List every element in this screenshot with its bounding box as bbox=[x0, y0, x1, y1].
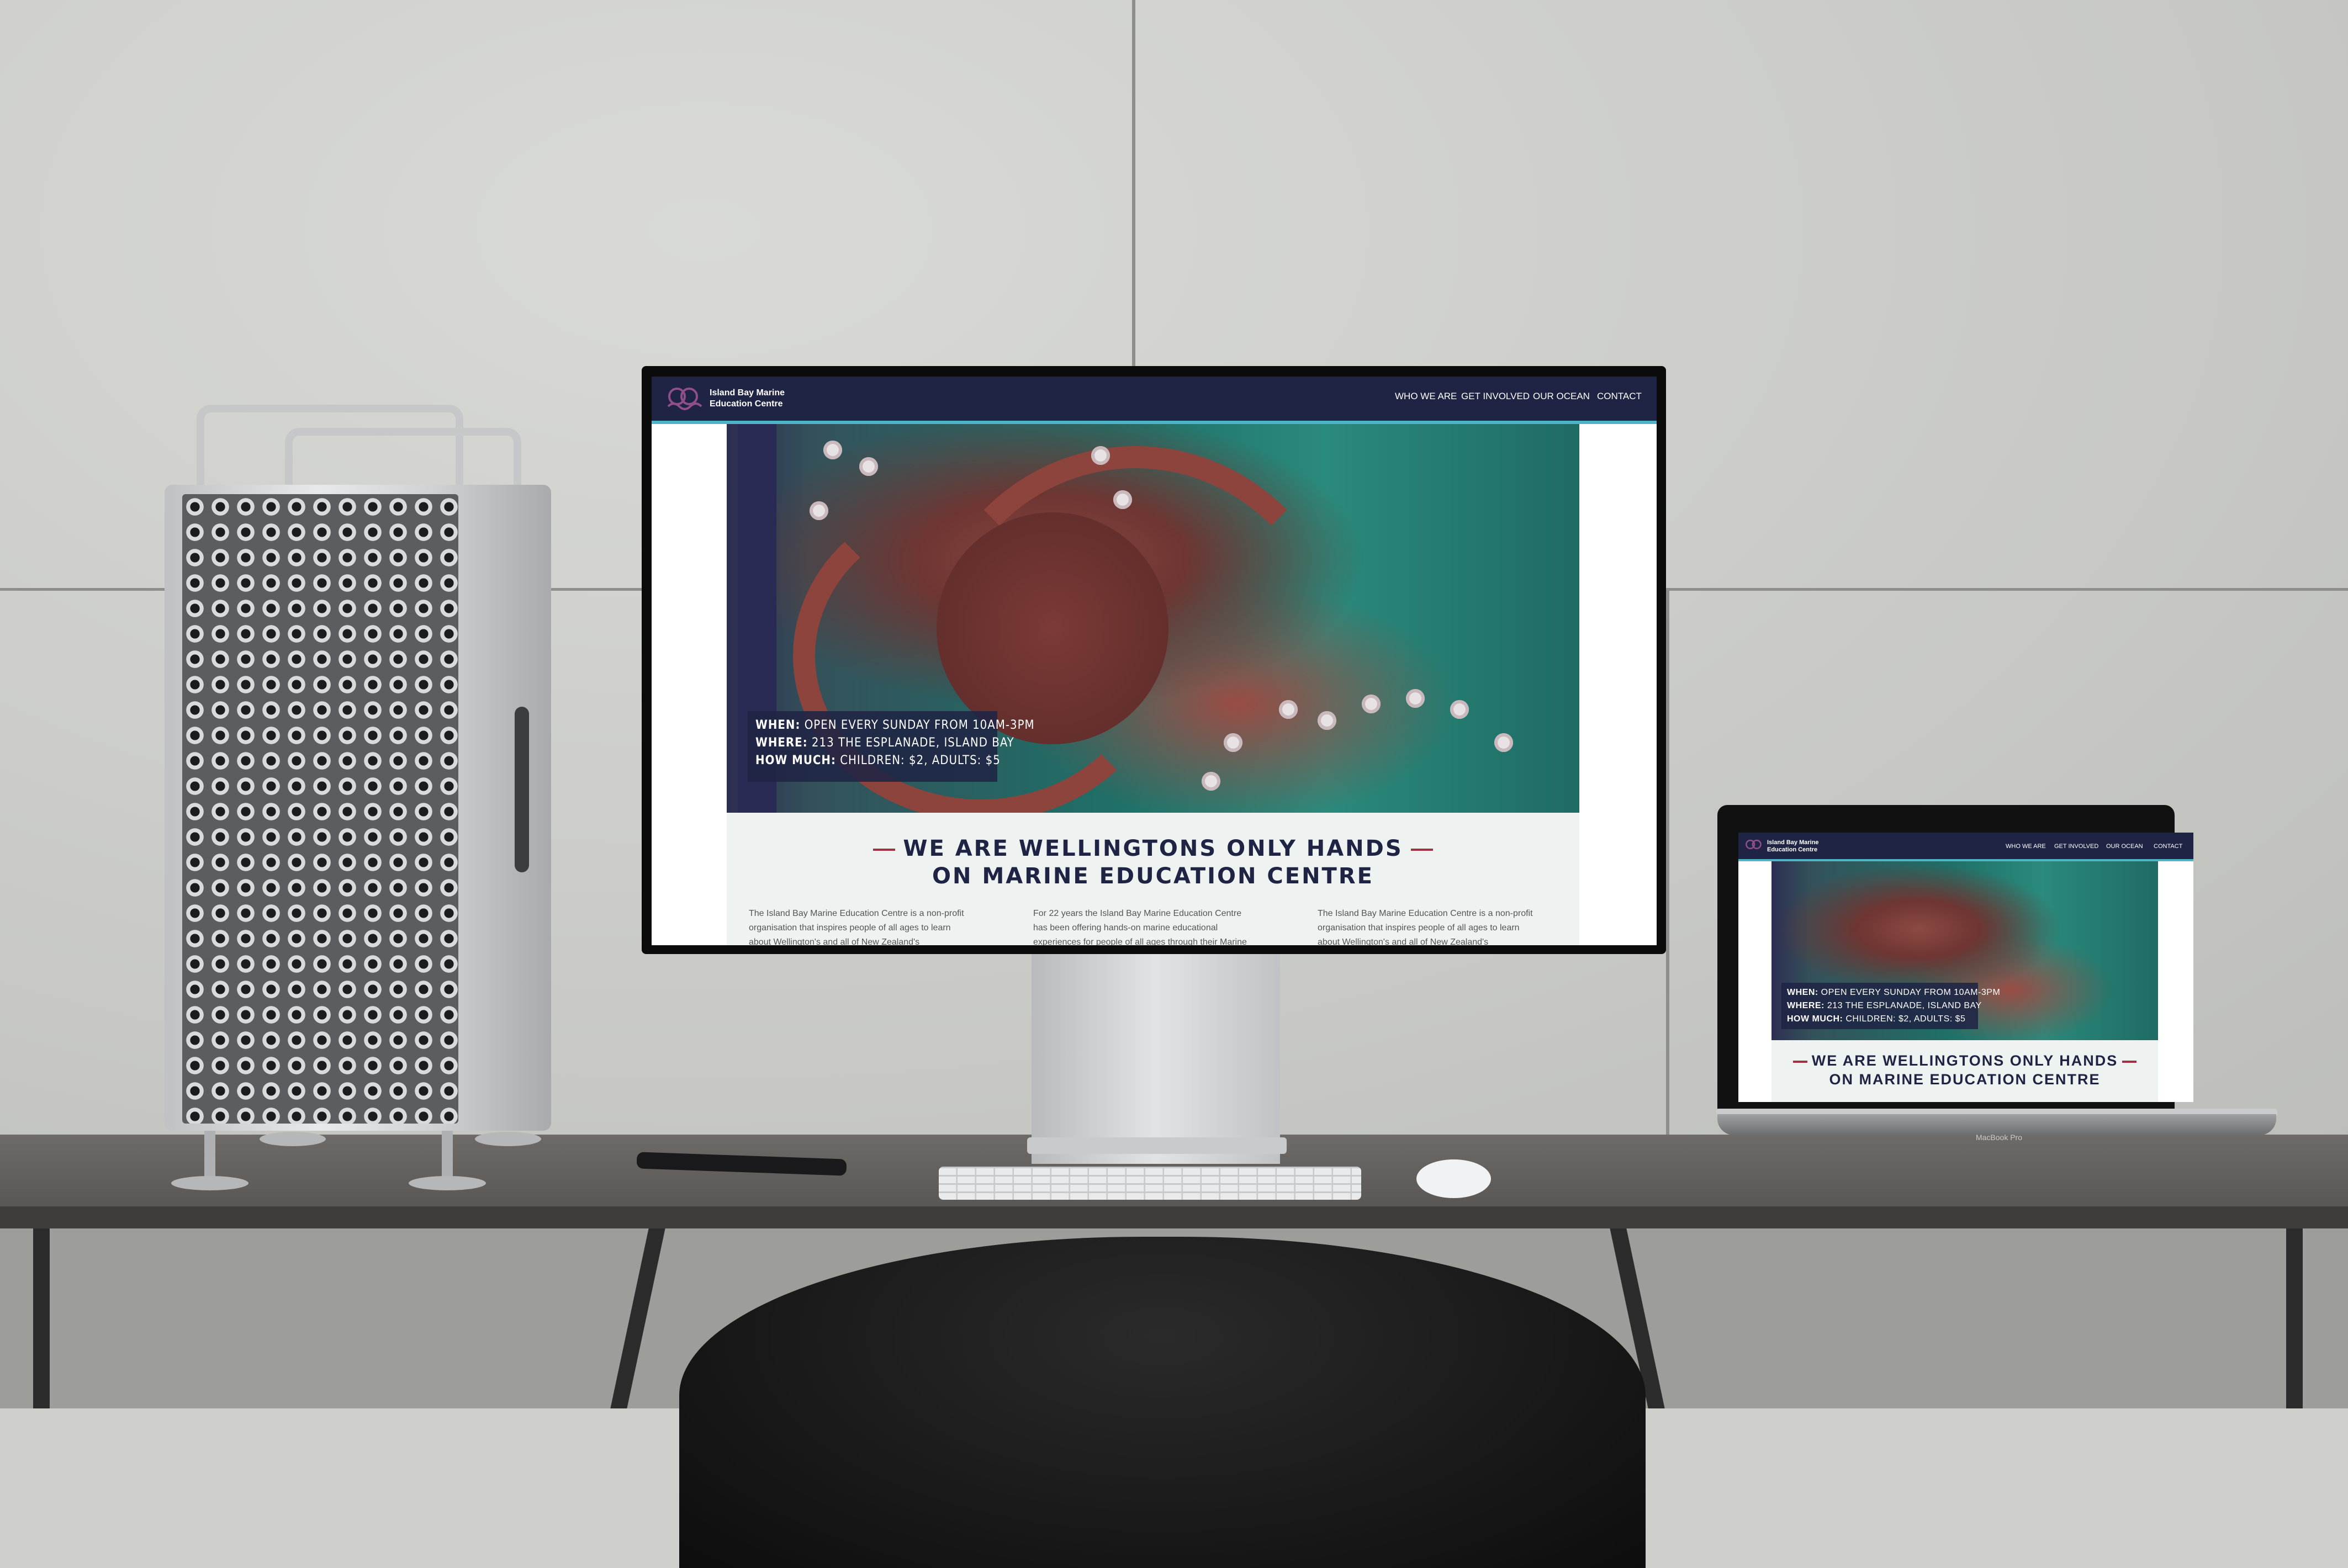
info-when: WHEN: OPEN EVERY SUNDAY FROM 10AM-3PM bbox=[755, 717, 1034, 734]
tower-foot bbox=[171, 1176, 248, 1190]
octopus-logo-icon[interactable] bbox=[1743, 837, 1766, 854]
hero-image: WHEN: OPEN EVERY SUNDAY FROM 10AM-3PM WH… bbox=[727, 424, 1579, 813]
desk-edge bbox=[0, 1206, 2348, 1228]
headline-line-1: WE ARE WELLINGTONS ONLY HANDS bbox=[1811, 1052, 2118, 1069]
logo-line-2: Education Centre bbox=[1767, 846, 1818, 853]
octopus-sucker bbox=[1406, 689, 1425, 708]
octopus-sucker bbox=[1202, 772, 1220, 791]
intro-section: WE ARE WELLINGTONS ONLY HANDS ON MARINE … bbox=[727, 813, 1579, 945]
laptop-base bbox=[1717, 1114, 2276, 1135]
headline-dash bbox=[1410, 849, 1433, 851]
info-where: WHERE: 213 THE ESPLANADE, ISLAND BAY bbox=[1787, 999, 1981, 1013]
octopus-sucker bbox=[1362, 695, 1381, 713]
visit-info-box: WHEN: OPEN EVERY SUNDAY FROM 10AM-3PM WH… bbox=[748, 711, 1034, 782]
octopus-sucker bbox=[1318, 711, 1336, 730]
desktop-screen: Island Bay Marine Education Centre WHO W… bbox=[652, 377, 1657, 945]
headline-line-1: WE ARE WELLINGTONS ONLY HANDS bbox=[903, 836, 1403, 861]
nav-who-we-are[interactable]: WHO WE ARE bbox=[2006, 843, 2046, 850]
chair bbox=[679, 1237, 1646, 1568]
where-label: WHERE: bbox=[755, 736, 808, 750]
keyboard bbox=[939, 1167, 1361, 1200]
tower-foot bbox=[475, 1132, 541, 1146]
headline-line-2: ON MARINE EDUCATION CENTRE bbox=[932, 864, 1374, 889]
headline-line-2: ON MARINE EDUCATION CENTRE bbox=[1829, 1071, 2101, 1088]
monitor-stand bbox=[1032, 954, 1280, 1164]
headline-dash bbox=[2122, 1060, 2137, 1063]
when-label: WHEN: bbox=[1787, 988, 1818, 997]
apple-logo-icon bbox=[515, 707, 529, 872]
price-label: HOW MUCH: bbox=[1787, 1014, 1843, 1024]
tower-foot bbox=[260, 1132, 326, 1146]
octopus-sucker bbox=[1091, 446, 1110, 465]
when-value: OPEN EVERY SUNDAY FROM 10AM-3PM bbox=[804, 718, 1035, 732]
octopus-sucker bbox=[1113, 490, 1132, 509]
when-value: OPEN EVERY SUNDAY FROM 10AM-3PM bbox=[1821, 988, 2001, 997]
logo-line-1: Island Bay Marine bbox=[710, 388, 785, 398]
price-value: CHILDREN: $2, ADULTS: $5 bbox=[1845, 1014, 1966, 1024]
nav-get-involved[interactable]: GET INVOLVED bbox=[2054, 843, 2098, 850]
tower-foot bbox=[409, 1176, 486, 1190]
nav-our-ocean[interactable]: OUR OCEAN bbox=[1533, 391, 1590, 402]
wall-seam bbox=[1666, 588, 1669, 1140]
laptop-site-navbar: Island Bay Marine Education Centre WHO W… bbox=[1738, 833, 2193, 861]
desk-leg bbox=[2286, 1228, 2303, 1408]
nav-contact[interactable]: CONTACT bbox=[2154, 843, 2182, 850]
tower-grille bbox=[182, 494, 458, 1124]
octopus-sucker bbox=[1279, 700, 1298, 719]
laptop-intro-section: WE ARE WELLINGTONS ONLY HANDS ON MARINE … bbox=[1771, 1040, 2158, 1102]
nav-get-involved[interactable]: GET INVOLVED bbox=[1461, 391, 1530, 402]
octopus-sucker bbox=[823, 441, 842, 459]
when-label: WHEN: bbox=[755, 718, 801, 732]
logo-line-2: Education Centre bbox=[710, 399, 783, 409]
octopus-body bbox=[937, 512, 1168, 744]
tower-foot bbox=[204, 1131, 215, 1180]
info-price: HOW MUCH: CHILDREN: $2, ADULTS: $5 bbox=[1787, 1013, 1972, 1026]
octopus-sucker bbox=[1450, 700, 1469, 719]
where-value: 213 THE ESPLANADE, ISLAND BAY bbox=[811, 736, 1014, 750]
site-navbar: Island Bay Marine Education Centre WHO W… bbox=[652, 377, 1657, 424]
desk-leg bbox=[33, 1228, 50, 1408]
intro-column-3: The Island Bay Marine Education Centre i… bbox=[1318, 909, 1533, 945]
price-value: CHILDREN: $2, ADULTS: $5 bbox=[840, 754, 1001, 767]
tower-foot bbox=[442, 1131, 453, 1180]
logo-line-1: Island Bay Marine bbox=[1767, 839, 1819, 846]
laptop-logo-text[interactable]: Island Bay Marine Education Centre bbox=[1767, 839, 1844, 854]
nav-contact[interactable]: CONTACT bbox=[1597, 391, 1642, 402]
nav-our-ocean[interactable]: OUR OCEAN bbox=[2106, 843, 2143, 850]
octopus-sucker bbox=[1494, 733, 1513, 752]
where-value: 213 THE ESPLANADE, ISLAND BAY bbox=[1827, 1001, 1982, 1010]
headline-dash bbox=[873, 849, 896, 851]
mouse bbox=[1416, 1159, 1491, 1198]
info-price: HOW MUCH: CHILDREN: $2, ADULTS: $5 bbox=[755, 752, 1000, 770]
octopus-logo-icon[interactable] bbox=[663, 384, 707, 412]
site-logo-text[interactable]: Island Bay Marine Education Centre bbox=[710, 388, 831, 410]
where-label: WHERE: bbox=[1787, 1001, 1825, 1010]
laptop-hero-image: WHEN: OPEN EVERY SUNDAY FROM 10AM-3PM WH… bbox=[1771, 861, 2158, 1040]
octopus-sucker bbox=[859, 457, 878, 476]
section-headline: WE ARE WELLINGTONS ONLY HANDS ON MARINE … bbox=[727, 835, 1579, 890]
laptop-brand-label: MacBook Pro bbox=[1975, 1133, 2023, 1142]
price-label: HOW MUCH: bbox=[755, 754, 836, 767]
intro-column-1: The Island Bay Marine Education Centre i… bbox=[749, 909, 964, 945]
info-where: WHERE: 213 THE ESPLANADE, ISLAND BAY bbox=[755, 734, 1014, 752]
laptop-screen: Island Bay Marine Education Centre WHO W… bbox=[1738, 833, 2193, 1102]
nav-who-we-are[interactable]: WHO WE ARE bbox=[1395, 391, 1457, 402]
intro-column-2: For 22 years the Island Bay Marine Educa… bbox=[1033, 909, 1247, 945]
headline-dash bbox=[1792, 1060, 1807, 1063]
octopus-sucker bbox=[1224, 733, 1242, 752]
section-headline: WE ARE WELLINGTONS ONLY HANDS ON MARINE … bbox=[1771, 1051, 2158, 1089]
octopus-sucker bbox=[810, 501, 828, 520]
info-when: WHEN: OPEN EVERY SUNDAY FROM 10AM-3PM bbox=[1787, 986, 2000, 999]
visit-info-box: WHEN: OPEN EVERY SUNDAY FROM 10AM-3PM WH… bbox=[1781, 983, 2000, 1029]
monitor-stand-base bbox=[1027, 1137, 1287, 1154]
